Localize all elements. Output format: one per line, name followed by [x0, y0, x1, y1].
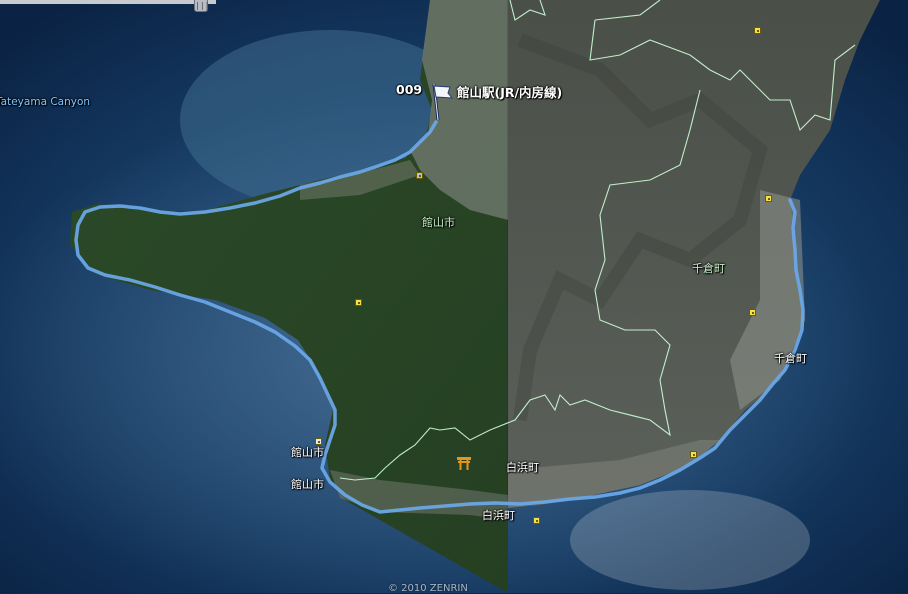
poi-marker-icon[interactable]: [416, 172, 423, 179]
top-scrollbar-track[interactable]: [0, 0, 216, 4]
poi-marker-icon[interactable]: [690, 451, 697, 458]
image-seam: [507, 0, 508, 510]
place-label-shirahama-coast[interactable]: 白浜町: [482, 507, 515, 523]
satellite-map[interactable]: [0, 0, 908, 593]
place-label-chikura-coast[interactable]: 千倉町: [774, 350, 807, 366]
poi-marker-icon[interactable]: [749, 309, 756, 316]
place-label-tateyama-west-2[interactable]: 館山市: [291, 476, 324, 492]
poi-marker-icon[interactable]: [765, 195, 772, 202]
placemark-number: 009: [396, 82, 423, 97]
place-label-shirahama-inland[interactable]: 白浜町: [506, 459, 539, 475]
cloud-haze: [570, 490, 810, 590]
poi-marker-icon[interactable]: [533, 517, 540, 524]
poi-marker-icon[interactable]: [754, 27, 761, 34]
place-label-chikura-inland[interactable]: 千倉町: [692, 260, 725, 276]
poi-marker-icon[interactable]: [355, 299, 362, 306]
sea-label: Tateyama Canyon: [0, 96, 91, 108]
place-label-tateyama-center[interactable]: 館山市: [422, 214, 455, 230]
placemark-label[interactable]: 館山駅(JR/内房線): [457, 82, 562, 101]
copyright-notice: © 2010 ZENRIN: [388, 583, 468, 594]
place-label-tateyama-west-1[interactable]: 館山市: [291, 444, 324, 460]
scroll-handle-icon[interactable]: |||: [194, 0, 209, 12]
